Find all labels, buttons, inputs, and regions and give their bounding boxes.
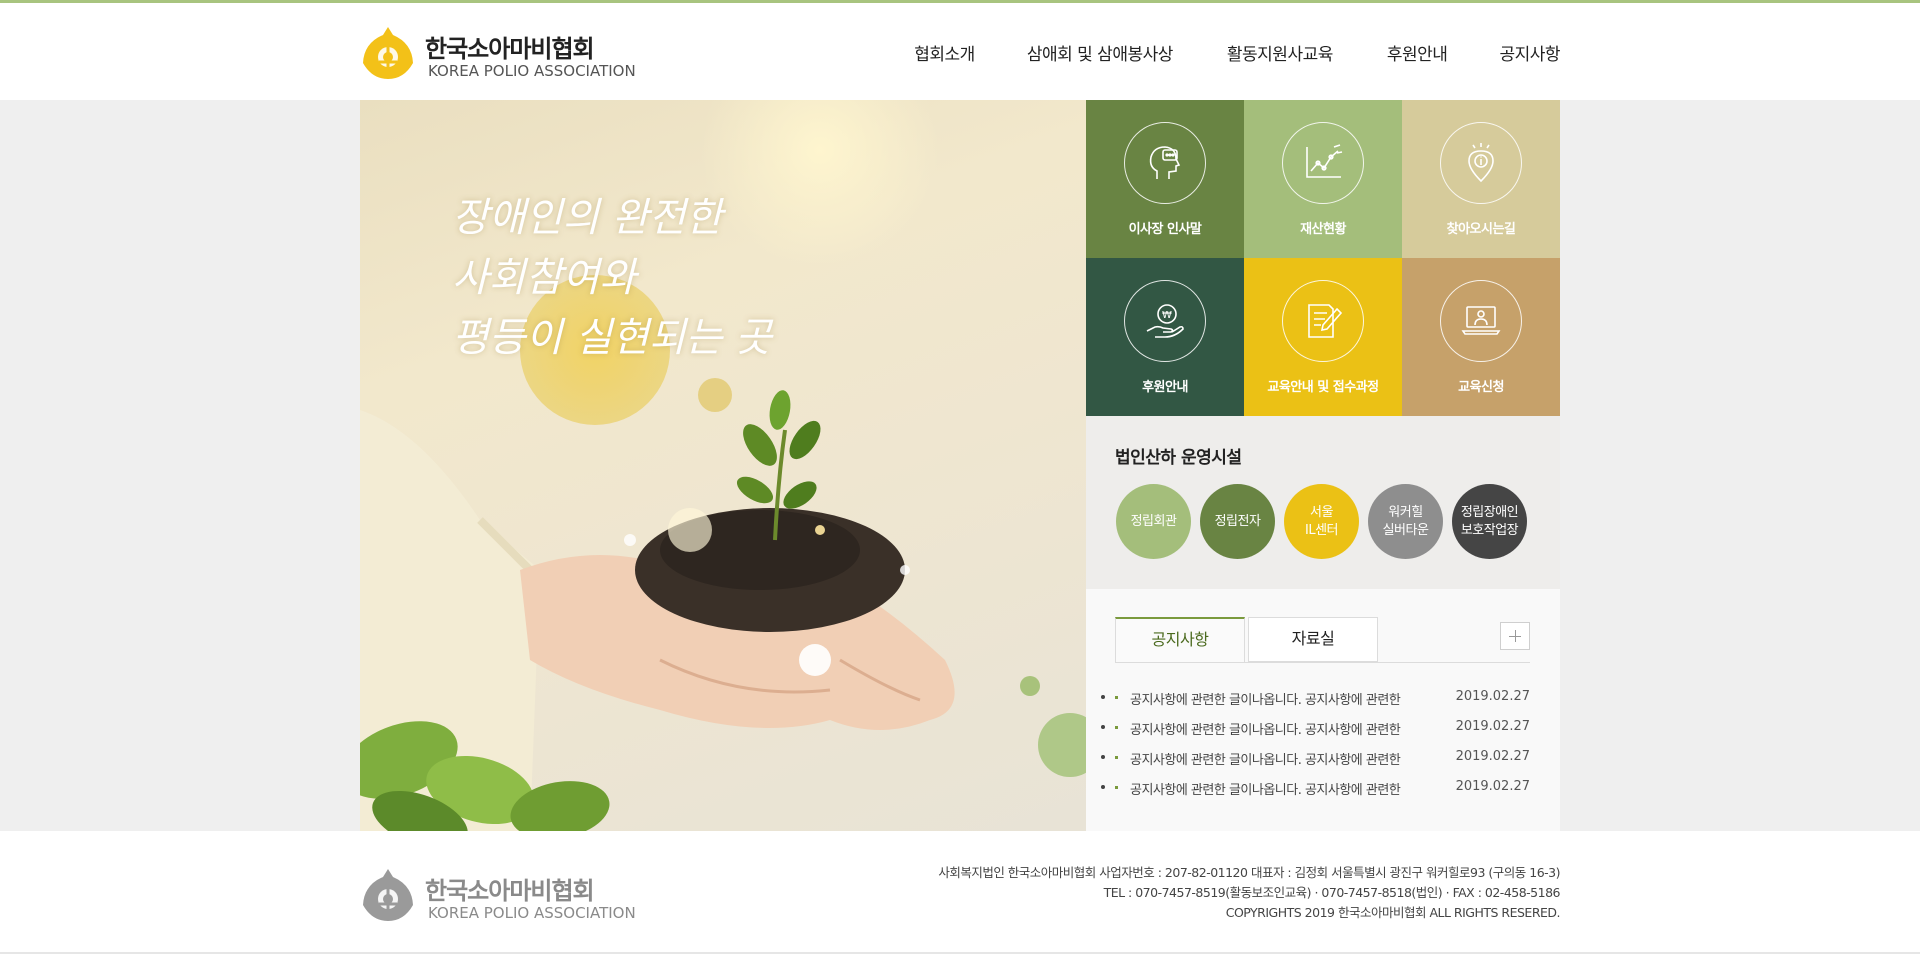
tile-label: 교육신청 bbox=[1458, 380, 1504, 395]
hero-visual: 장애인의 완전한 사회참여와 평등이 실현되는 곳 bbox=[360, 100, 1086, 831]
quick-menu: 이사장 인사말 재산현황 찾아오시는길 ₩ 후원안내 교육안내 및 접수과정 교… bbox=[1086, 100, 1560, 416]
nav-item-about[interactable]: 협회소개 bbox=[914, 40, 975, 65]
footer-logo-english-name: KOREA POLIO ASSOCIATION bbox=[428, 904, 636, 922]
tile-chairman-greeting[interactable]: 이사장 인사말 bbox=[1086, 100, 1244, 258]
laptop-user-icon bbox=[1461, 306, 1501, 335]
nav-item-education[interactable]: 활동지원사교육 bbox=[1227, 40, 1333, 65]
post-title: 공지사항에 관련한 글이나옵니다. 공지사항에 관련한 bbox=[1130, 693, 1401, 708]
tile-label: 찾아오시는길 bbox=[1446, 222, 1516, 237]
facility-protective-workshop[interactable]: 정립장애인 보호작업장 bbox=[1452, 484, 1527, 559]
tile-education-guide[interactable]: 교육안내 및 접수과정 bbox=[1244, 258, 1402, 416]
bullet-icon bbox=[1115, 726, 1118, 729]
tile-label: 교육안내 및 접수과정 bbox=[1267, 380, 1379, 395]
list-item[interactable]: 공지사항에 관련한 글이나옵니다. 공지사항에 관련한 2019.02.27 bbox=[1115, 719, 1530, 749]
site-footer: 한국소아마비협회 KOREA POLIO ASSOCIATION 사회복지법인 … bbox=[0, 831, 1920, 954]
post-title: 공지사항에 관련한 글이나옵니다. 공지사항에 관련한 bbox=[1130, 723, 1401, 738]
nav-item-samae[interactable]: 삼애회 및 삼애봉사상 bbox=[1027, 40, 1174, 65]
facilities-list: 정립회관 정립전자 서울 IL센터 워커힐 실버타운 정립장애인 보호작업장 bbox=[1116, 484, 1536, 559]
bullet-icon bbox=[1115, 756, 1118, 759]
location-pin-icon bbox=[1468, 143, 1494, 183]
main-navigation: 협회소개 삼애회 및 삼애봉사상 활동지원사교육 후원안내 공지사항 bbox=[914, 40, 1560, 65]
document-edit-icon bbox=[1308, 304, 1343, 338]
tile-label: 이사장 인사말 bbox=[1128, 222, 1202, 237]
list-item[interactable]: 공지사항에 관련한 글이나옵니다. 공지사항에 관련한 2019.02.27 bbox=[1115, 749, 1530, 779]
post-date: 2019.02.27 bbox=[1455, 779, 1530, 794]
footer-logo-korean-name: 한국소아마비협회 bbox=[425, 877, 595, 905]
list-item[interactable]: 공지사항에 관련한 글이나옵니다. 공지사항에 관련한 2019.02.27 bbox=[1115, 779, 1530, 809]
facilities-title: 법인산하 운영시설 bbox=[1115, 448, 1242, 468]
polio-emblem-icon bbox=[363, 869, 413, 921]
footer-copyright: COPYRIGHTS 2019 한국소아마비협회 ALL RIGHTS RESE… bbox=[1225, 905, 1561, 920]
site-header: 한국소아마비협회 KOREA POLIO ASSOCIATION 협회소개 삼애… bbox=[0, 3, 1920, 100]
tile-donation[interactable]: ₩ 후원안내 bbox=[1086, 258, 1244, 416]
facility-seoul-il-center[interactable]: 서울 IL센터 bbox=[1284, 484, 1359, 559]
board-divider bbox=[1115, 662, 1530, 663]
hero-line-3: 평등이 실현되는 곳 bbox=[452, 315, 772, 361]
svg-text:₩: ₩ bbox=[1162, 310, 1172, 321]
tile-education-apply[interactable]: 교육신청 bbox=[1402, 258, 1560, 416]
tab-notice[interactable]: 공지사항 bbox=[1115, 617, 1245, 662]
tile-label: 재산현황 bbox=[1300, 222, 1346, 237]
list-item[interactable]: 공지사항에 관련한 글이나옵니다. 공지사항에 관련한 2019.02.27 bbox=[1115, 689, 1530, 719]
footer-logo: 한국소아마비협회 KOREA POLIO ASSOCIATION bbox=[360, 865, 636, 925]
facility-walkerhill-silvertown[interactable]: 워커힐 실버타운 bbox=[1368, 484, 1443, 559]
post-date: 2019.02.27 bbox=[1455, 689, 1530, 704]
hero-line-1: 장애인의 완전한 bbox=[452, 195, 723, 241]
more-plus-button[interactable] bbox=[1500, 622, 1530, 650]
donation-hand-icon: ₩ bbox=[1146, 304, 1184, 338]
head-speech-icon bbox=[1149, 146, 1181, 179]
post-list: 공지사항에 관련한 글이나옵니다. 공지사항에 관련한 2019.02.27 공… bbox=[1115, 689, 1530, 809]
board-panel: 공지사항 자료실 공지사항에 관련한 글이나옵니다. 공지사항에 관련한 201… bbox=[1086, 589, 1560, 831]
footer-address-line: 사회복지법인 한국소아마비협회 사업자번호 : 207-82-01120 대표자… bbox=[938, 865, 1560, 880]
bullet-icon bbox=[1115, 696, 1118, 699]
nav-item-notice[interactable]: 공지사항 bbox=[1499, 40, 1560, 65]
nav-item-donation[interactable]: 후원안내 bbox=[1387, 40, 1448, 65]
tile-directions[interactable]: 찾아오시는길 bbox=[1402, 100, 1560, 258]
post-title: 공지사항에 관련한 글이나옵니다. 공지사항에 관련한 bbox=[1130, 783, 1401, 798]
bullet-icon bbox=[1115, 786, 1118, 789]
chart-growth-icon bbox=[1306, 144, 1343, 178]
footer-info: 사회복지법인 한국소아마비협회 사업자번호 : 207-82-01120 대표자… bbox=[938, 863, 1560, 923]
tab-archive[interactable]: 자료실 bbox=[1248, 617, 1378, 662]
logo-english-name: KOREA POLIO ASSOCIATION bbox=[428, 62, 636, 80]
tile-assets[interactable]: 재산현황 bbox=[1244, 100, 1402, 258]
facilities-panel: 법인산하 운영시설 정립회관 정립전자 서울 IL센터 워커힐 실버타운 정립장… bbox=[1086, 416, 1560, 589]
facility-jeongrip-hall[interactable]: 정립회관 bbox=[1116, 484, 1191, 559]
footer-contact-line: TEL : 070-7457-8519(활동보조인교육) · 070-7457-… bbox=[1103, 885, 1561, 900]
polio-emblem-icon bbox=[363, 27, 413, 79]
post-title: 공지사항에 관련한 글이나옵니다. 공지사항에 관련한 bbox=[1130, 753, 1401, 768]
logo-korean-name: 한국소아마비협회 bbox=[425, 35, 595, 63]
post-date: 2019.02.27 bbox=[1455, 749, 1530, 764]
site-logo[interactable]: 한국소아마비협회 KOREA POLIO ASSOCIATION bbox=[360, 23, 636, 83]
post-date: 2019.02.27 bbox=[1455, 719, 1530, 734]
tile-label: 후원안내 bbox=[1142, 380, 1188, 395]
hero-slogan: 장애인의 완전한 사회참여와 평등이 실현되는 곳 bbox=[452, 188, 772, 368]
hero-line-2: 사회참여와 bbox=[452, 255, 636, 301]
facility-jeongrip-electronics[interactable]: 정립전자 bbox=[1200, 484, 1275, 559]
